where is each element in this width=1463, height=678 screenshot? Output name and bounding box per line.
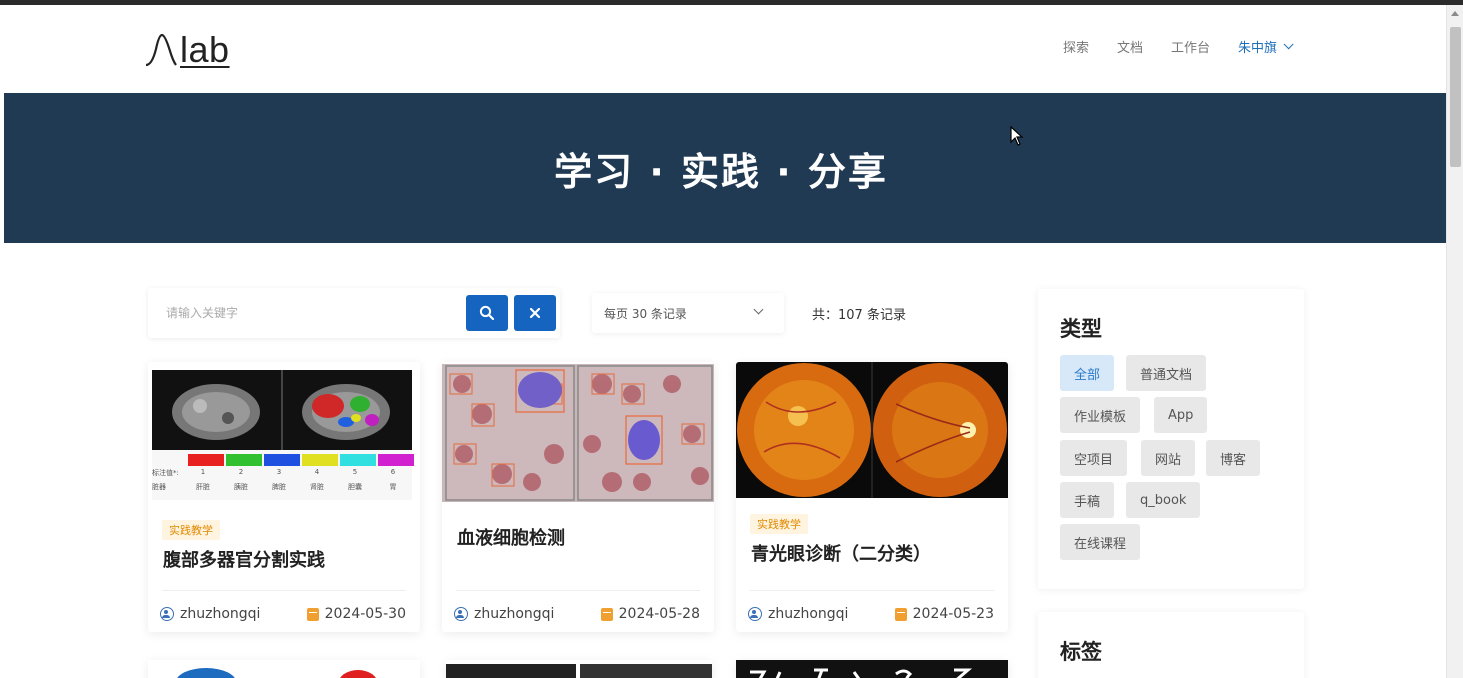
user-menu[interactable]: 朱中旗 [1237,37,1294,56]
card-thumbnail [736,362,1008,498]
type-chip-doc[interactable]: 普通文档 [1126,355,1207,391]
card-tag: 实践教学 [750,514,808,534]
type-chip-qbook[interactable]: q_book [1126,482,1201,518]
navbar: lab 探索 文档 工作台 朱中旗 [4,5,1446,93]
divider [750,590,994,591]
type-chip-blog[interactable]: 博客 [1206,440,1261,476]
type-chip-website[interactable]: 网站 [1141,440,1196,476]
page-scrollbar[interactable] [1446,5,1463,678]
organ-legend-values: 标注值*: 1 2 3 4 5 6 [152,468,396,477]
nav-docs[interactable]: 文档 [1117,37,1143,56]
user-icon [160,607,174,621]
legend-swatch-6 [378,454,414,466]
type-chip-online-course[interactable]: 在线课程 [1060,524,1141,560]
legend-swatch-1 [188,454,224,466]
project-card[interactable]: 血液细胞检测 zhuzhongqi 2024-05-28 [442,362,714,632]
card-title[interactable]: 腹部多器官分割实践 [163,546,325,572]
nav-workbench[interactable]: 工作台 [1171,37,1210,56]
calendar-icon [600,607,613,621]
legend-swatch-2 [226,454,262,466]
type-chip-all[interactable]: 全部 [1060,355,1115,391]
card-thumbnail [177,668,377,678]
organ-color-legend [188,454,414,466]
card-thumbnail [736,660,1008,678]
user-icon [748,607,762,621]
divider [456,590,700,591]
per-page-select[interactable]: 每页 30 条记录 [592,293,784,333]
calendar-icon [306,607,319,621]
type-chip-app[interactable]: App [1154,397,1208,433]
project-card[interactable] [148,660,420,678]
user-name: 朱中旗 [1237,41,1277,56]
card-date: 2024-05-23 [894,606,994,622]
organ-legend-names: 脏器 肝脏 胰脏 脾脏 肾脏 胆囊 胃 [152,483,397,491]
close-icon [529,307,541,319]
total-records: 共：107 条记录 [812,308,906,323]
legend-swatch-3 [264,454,300,466]
tag-filter-title: 标签 [1060,640,1102,664]
type-filter-title: 类型 [1060,317,1102,341]
card-date: 2024-05-28 [600,606,700,622]
nav-explore[interactable]: 探索 [1063,37,1089,56]
hero-title: 学习 · 实践 · 分享 [554,149,888,194]
type-filter-panel: 类型 全部 普通文档 作业模板 App 空项目 网站 博客 手稿 q_book … [1038,289,1304,589]
project-card[interactable]: 标注值*: 1 2 3 4 5 6 脏器 肝脏 胰脏 脾脏 肾脏 胆囊 胃 实践… [148,362,420,632]
calendar-icon [894,607,907,621]
card-author: zhuzhongqi [454,606,554,622]
search-icon [479,305,495,321]
lambda-logo-icon [145,33,177,67]
type-chip-manuscript[interactable]: 手稿 [1060,482,1115,518]
project-card[interactable] [736,660,1008,678]
card-thumbnail [446,664,712,678]
card-thumbnail: 标注值*: 1 2 3 4 5 6 脏器 肝脏 胰脏 脾脏 肾脏 胆囊 胃 [148,370,420,500]
divider [162,590,406,591]
logo-text: lab [180,29,230,70]
user-icon [454,607,468,621]
scroll-up-arrow-icon[interactable] [1451,11,1459,16]
nav-links: 探索 文档 工作台 朱中旗 [1063,37,1294,56]
card-date: 2024-05-30 [306,606,406,622]
brand-logo[interactable]: lab [144,27,244,73]
card-thumbnail [442,364,714,502]
search-button[interactable] [466,295,508,331]
search-bar [148,288,560,338]
project-card[interactable]: 实践教学 青光眼诊断（二分类） zhuzhongqi 2024-05-23 [736,362,1008,632]
mouse-cursor-icon [1010,126,1024,146]
tag-filter-panel: 标签 [1038,612,1304,678]
card-title[interactable]: 青光眼诊断（二分类） [751,540,931,566]
legend-swatch-4 [302,454,338,466]
type-chip-empty-project[interactable]: 空项目 [1060,440,1128,476]
card-tag: 实践教学 [162,520,220,540]
type-chip-template[interactable]: 作业模板 [1060,397,1141,433]
chevron-down-icon [753,304,764,315]
search-input[interactable] [158,298,458,328]
card-title[interactable]: 血液细胞检测 [457,524,565,550]
chevron-down-icon [1283,39,1294,50]
legend-swatch-5 [340,454,376,466]
card-author: zhuzhongqi [748,606,848,622]
project-card[interactable] [446,660,712,678]
hero-banner: 学习 · 实践 · 分享 [4,93,1446,243]
card-author: zhuzhongqi [160,606,260,622]
clear-search-button[interactable] [514,295,556,331]
scrollbar-thumb[interactable] [1450,27,1461,167]
per-page-label: 每页 30 条记录 [604,307,687,321]
